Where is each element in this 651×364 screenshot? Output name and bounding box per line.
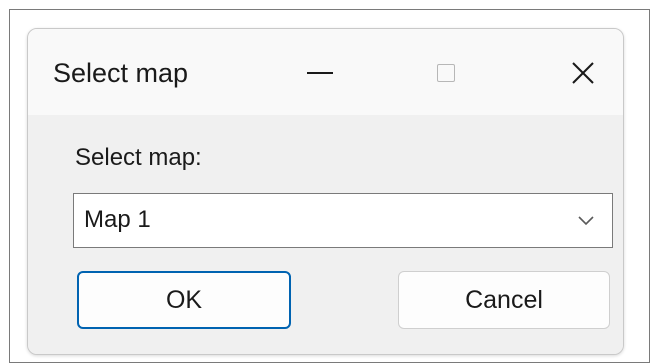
map-select-dropdown[interactable]: Map 1 bbox=[73, 193, 613, 248]
title-bar[interactable]: Select map bbox=[28, 29, 623, 115]
close-icon bbox=[572, 62, 594, 84]
dialog-content: Select map: Map 1 OK Cancel bbox=[28, 115, 623, 354]
ok-button[interactable]: OK bbox=[77, 271, 291, 329]
maximize-icon bbox=[437, 64, 455, 82]
maximize-button[interactable] bbox=[416, 49, 476, 97]
cancel-button[interactable]: Cancel bbox=[398, 271, 610, 329]
minimize-button[interactable] bbox=[290, 49, 350, 97]
minimize-icon bbox=[307, 72, 333, 74]
close-button[interactable] bbox=[553, 49, 613, 97]
selected-map-value: Map 1 bbox=[84, 206, 151, 233]
select-map-dialog: Select map Select map: Map 1 OK Cancel bbox=[27, 28, 624, 355]
select-map-label: Select map: bbox=[75, 144, 202, 171]
chevron-down-icon[interactable] bbox=[574, 208, 598, 232]
window-title: Select map bbox=[53, 58, 189, 88]
